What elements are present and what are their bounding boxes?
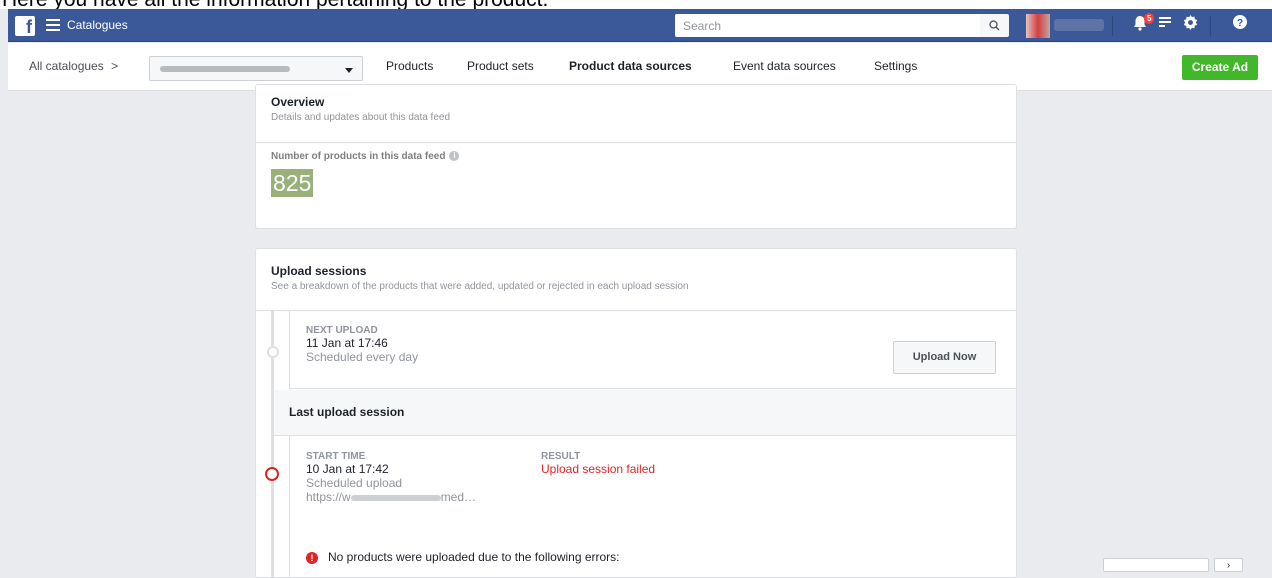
upload-sessions-subtitle: See a breakdown of the products that wer… (271, 281, 689, 292)
search-icon[interactable] (980, 14, 1009, 37)
app-title[interactable]: Catalogues (67, 18, 128, 32)
last-session-title: Last upload session (289, 405, 405, 419)
start-time-label: START TIME (306, 451, 366, 462)
chevron-right-icon: › (1226, 560, 1231, 571)
divider (256, 142, 1016, 143)
info-icon[interactable]: i (449, 151, 460, 162)
overview-card: Overview Details and updates about this … (255, 84, 1017, 229)
divider (1112, 16, 1113, 36)
flag-icon[interactable] (1155, 15, 1175, 35)
result-label: RESULT (541, 451, 581, 462)
error-message: ! No products were uploaded due to the fo… (306, 550, 620, 564)
help-icon[interactable]: ? (1230, 15, 1250, 35)
feed-url-blurred (350, 494, 441, 501)
user-name-blurred[interactable] (1054, 19, 1104, 31)
tab-product-sets[interactable]: Product sets (467, 59, 534, 73)
caption-text: Here you have all the information pertai… (0, 0, 1272, 9)
notification-badge: 5 (1144, 13, 1155, 24)
next-upload-schedule: Scheduled every day (306, 350, 419, 364)
breadcrumb[interactable]: All catalogues > (29, 59, 118, 73)
feed-url[interactable]: https://w med… (306, 490, 476, 504)
overview-subtitle: Details and updates about this data feed (271, 112, 451, 123)
chevron-down-icon (345, 68, 353, 73)
tab-event-data-sources[interactable]: Event data sources (733, 59, 836, 73)
start-time-value: 10 Jan at 17:42 (306, 462, 389, 476)
upload-sessions-card: Upload sessions See a breakdown of the p… (255, 248, 1017, 578)
tab-settings[interactable]: Settings (874, 59, 917, 73)
tab-product-data-sources[interactable]: Product data sources (569, 59, 692, 73)
svg-text:?: ? (1237, 18, 1243, 29)
breadcrumb-label[interactable]: All catalogues (29, 59, 104, 73)
avatar[interactable] (1026, 14, 1050, 38)
search-input[interactable]: Search (675, 14, 980, 37)
products-count-label: Number of products in this data feed i (271, 151, 460, 162)
next-upload-label: NEXT UPLOAD (306, 325, 378, 336)
upload-sessions-title: Upload sessions (271, 264, 367, 278)
last-session-header: Last upload session (274, 390, 1016, 436)
upload-type: Scheduled upload (306, 476, 403, 490)
overview-title: Overview (271, 95, 325, 109)
next-upload-time: 11 Jan at 17:46 (306, 336, 388, 350)
next-upload-panel: NEXT UPLOAD 11 Jan at 17:46 Scheduled ev… (289, 311, 1016, 389)
products-count-label-text: Number of products in this data feed (271, 151, 446, 162)
feed-url-suffix: med… (440, 490, 477, 504)
error-icon: ! (306, 551, 318, 564)
pagination-next-button[interactable]: › (1214, 558, 1243, 572)
create-ad-button[interactable]: Create Ad (1182, 55, 1258, 80)
products-count-value: 825 (271, 169, 314, 197)
error-message-text: No products were uploaded due to the fol… (328, 550, 620, 564)
feed-url-prefix: https://w (306, 490, 351, 504)
divider (1210, 16, 1211, 36)
timeline-dot-next (267, 346, 279, 358)
top-navigation-bar: f Catalogues Search 5 ? (8, 9, 1272, 42)
catalogue-select[interactable] (149, 56, 363, 81)
hamburger-menu-icon[interactable] (46, 19, 60, 31)
result-value: Upload session failed (541, 462, 656, 476)
settings-gear-icon[interactable] (1180, 15, 1200, 35)
chevron-right-icon: > (111, 59, 119, 73)
upload-now-button[interactable]: Upload Now (893, 341, 996, 374)
pagination-select[interactable] (1103, 558, 1209, 572)
last-session-panel: START TIME 10 Jan at 17:42 Scheduled upl… (289, 436, 1016, 577)
timeline-dot-failed (265, 467, 279, 481)
tab-products[interactable]: Products (386, 59, 433, 73)
facebook-logo-icon[interactable]: f (15, 16, 35, 37)
catalogue-name-blurred (160, 66, 290, 72)
